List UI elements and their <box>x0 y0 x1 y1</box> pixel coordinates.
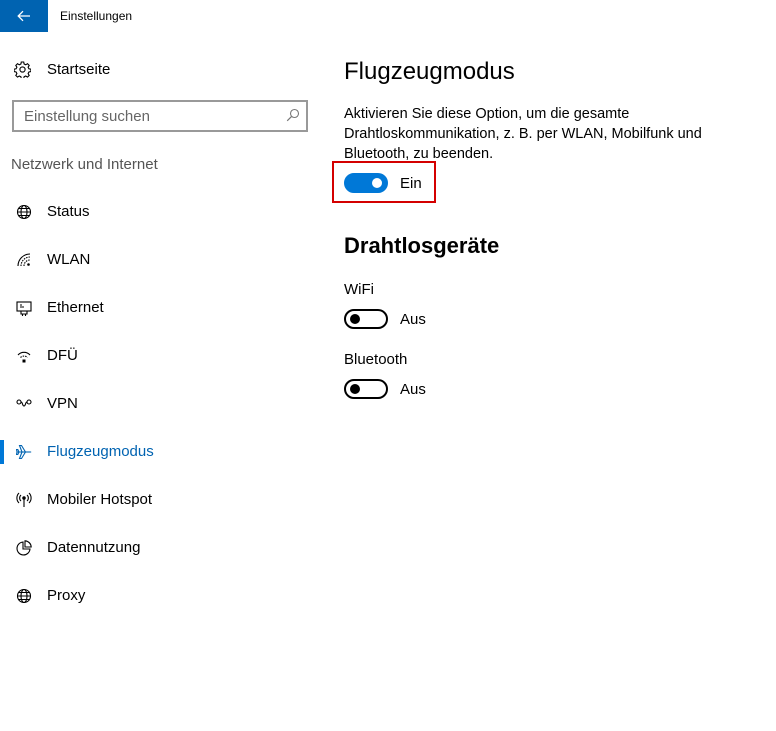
sidebar-item-label: Proxy <box>47 587 86 604</box>
sidebar-item-label: Status <box>47 203 90 220</box>
sidebar-item-label: VPN <box>47 395 78 412</box>
sidebar-item-mobile-hotspot[interactable]: Mobiler Hotspot <box>0 476 320 524</box>
sidebar-item-label: WLAN <box>47 251 91 268</box>
bluetooth-state: Aus <box>400 380 426 398</box>
sidebar-item-ethernet[interactable]: Ethernet <box>0 284 320 332</box>
bluetooth-label: Bluetooth <box>344 351 408 368</box>
sidebar-nav: Status WLAN Ethernet DFÜ VPN Flugzeugmod… <box>0 188 320 620</box>
wireless-devices-title: Drahtlosgeräte <box>344 233 500 258</box>
sidebar-item-proxy[interactable]: Proxy <box>0 572 320 620</box>
search-box[interactable] <box>12 100 308 132</box>
wifi-state: Aus <box>400 310 426 328</box>
vpn-icon <box>16 396 32 412</box>
home-link[interactable]: Startseite <box>14 58 110 80</box>
airplane-mode-description: Aktivieren Sie diese Option, um die gesa… <box>344 106 702 162</box>
globe-status-icon <box>16 204 32 220</box>
ethernet-icon <box>16 300 32 316</box>
toggle-knob <box>350 384 360 394</box>
sidebar-item-data-usage[interactable]: Datennutzung <box>0 524 320 572</box>
bluetooth-toggle-row: Aus <box>344 379 426 399</box>
wifi-icon <box>16 252 32 268</box>
wifi-label: WiFi <box>344 281 374 298</box>
sidebar-item-wlan[interactable]: WLAN <box>0 236 320 284</box>
sidebar-item-dfu[interactable]: DFÜ <box>0 332 320 380</box>
sidebar-item-vpn[interactable]: VPN <box>0 380 320 428</box>
home-label: Startseite <box>47 60 111 78</box>
wifi-toggle[interactable] <box>344 309 388 329</box>
wifi-toggle-row: Aus <box>344 309 426 329</box>
sidebar-item-label: Ethernet <box>47 299 104 316</box>
search-input[interactable] <box>24 106 274 126</box>
toggle-knob <box>350 314 360 324</box>
dialup-icon <box>16 348 32 364</box>
hotspot-icon <box>16 492 32 508</box>
sidebar-item-label: Mobiler Hotspot <box>47 491 153 508</box>
sidebar-item-label: Flugzeugmodus <box>47 443 154 460</box>
page-title: Flugzeugmodus <box>344 58 515 85</box>
title-bar: Einstellungen <box>0 0 776 32</box>
back-button[interactable] <box>0 0 48 32</box>
globe-icon <box>16 588 32 604</box>
airplane-icon <box>16 444 32 460</box>
highlight-box <box>332 161 436 203</box>
sidebar-item-status[interactable]: Status <box>0 188 320 236</box>
back-arrow-icon <box>17 10 30 22</box>
section-label: Netzwerk und Internet <box>11 156 158 173</box>
gear-icon <box>14 60 31 78</box>
bluetooth-toggle[interactable] <box>344 379 388 399</box>
sidebar-item-label: Datennutzung <box>47 539 141 556</box>
window-title: Einstellungen <box>60 9 133 23</box>
search-icon[interactable] <box>286 108 300 122</box>
sidebar-item-airplane-mode[interactable]: Flugzeugmodus <box>0 428 320 476</box>
data-usage-icon <box>16 540 32 556</box>
sidebar-item-label: DFÜ <box>47 347 78 364</box>
